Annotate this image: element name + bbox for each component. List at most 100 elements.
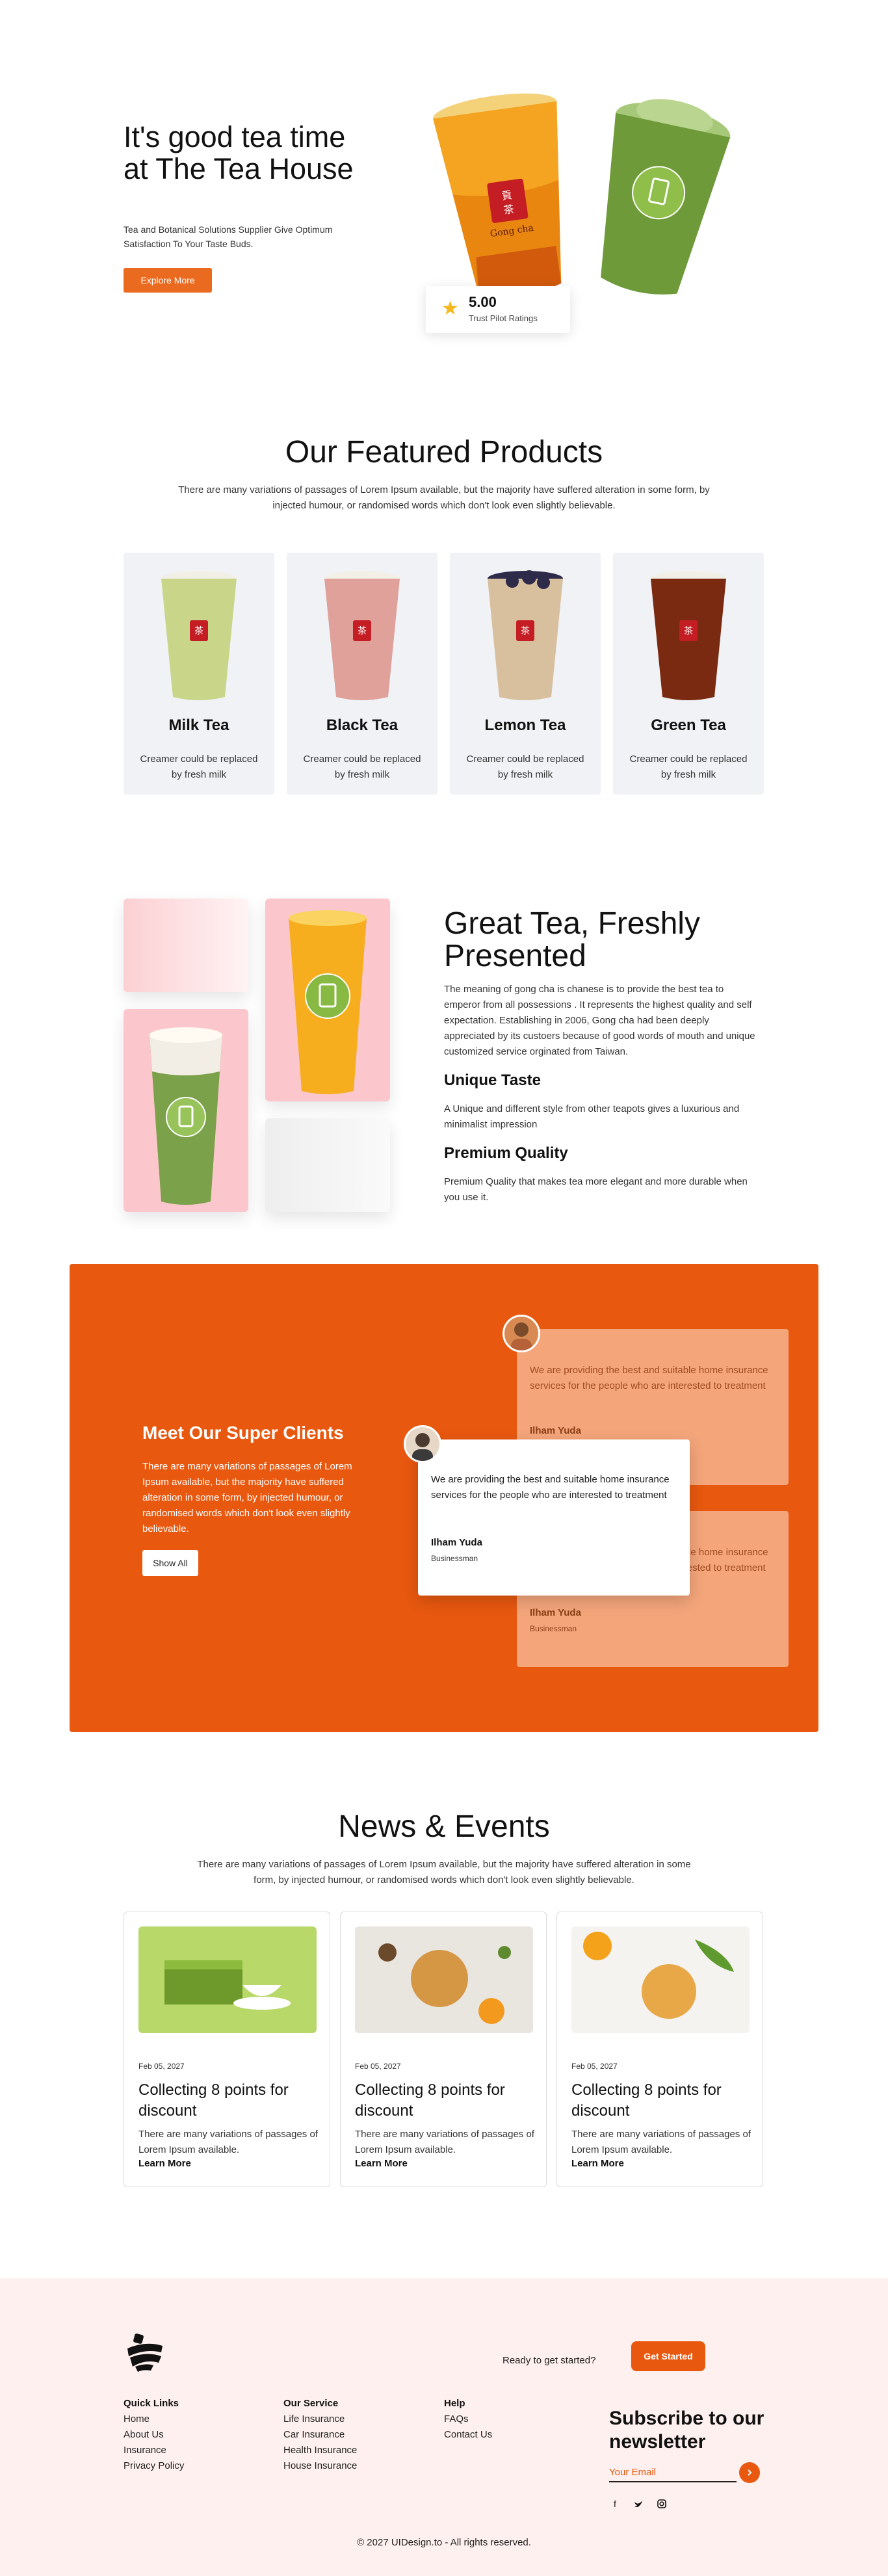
client-avatar (404, 1425, 441, 1463)
twitter-icon[interactable] (633, 2498, 644, 2510)
great-tea-body: The meaning of gong cha is chanese is to… (444, 984, 755, 1057)
orange-juice-cup-image (289, 910, 367, 1094)
learn-more-link[interactable]: Learn More (571, 2158, 624, 2169)
testimonial-name: Ilham Yuda (530, 1607, 581, 1618)
facebook-icon[interactable]: f (609, 2498, 621, 2510)
product-name: Green Tea (651, 716, 726, 734)
footer-link[interactable]: Privacy Policy (124, 2460, 184, 2471)
ready-text: Ready to get started? (503, 2355, 596, 2366)
news-excerpt: There are many variations of passages of… (138, 2129, 318, 2155)
product-description: Creamer could be replaced by fresh milk (303, 754, 421, 780)
hero-section: It's good tea time at The Tea House Tea … (0, 0, 888, 390)
footer-link[interactable]: Health Insurance (283, 2445, 357, 2456)
products-title: Our Featured Products (285, 435, 603, 469)
star-icon: ★ (441, 298, 459, 319)
svg-text:貢: 貢 (501, 189, 513, 202)
orange-tea-tile (265, 899, 390, 1101)
product-description: Creamer could be replaced by fresh milk (629, 754, 748, 780)
product-cup-image: 茶 (488, 570, 563, 700)
news-card[interactable]: Feb 05, 2027 Collecting 8 points for disc… (340, 1912, 547, 2187)
news-headline: Collecting 8 points for discount (138, 2081, 289, 2120)
rating-label: Trust Pilot Ratings (469, 313, 538, 323)
product-name: Black Tea (326, 716, 398, 734)
hero-subtitle: Tea and Botanical Solutions Supplier Giv… (124, 224, 333, 249)
news-date: Feb 05, 2027 (571, 2062, 618, 2071)
orange-tea-cup-image: 貢 茶 Gong cha (433, 93, 562, 297)
instagram-icon[interactable] (656, 2498, 668, 2510)
footer-link[interactable]: About Us (124, 2429, 164, 2440)
great-tea-title: Great Tea, Freshly Presented (444, 906, 700, 973)
testimonial-role: Businessman (530, 1624, 577, 1633)
rating-card: ★ 5.00 Trust Pilot Ratings (426, 286, 570, 333)
news-card[interactable]: Feb 05, 2027 Collecting 8 points for disc… (556, 1912, 763, 2187)
footer-link[interactable]: Contact Us (444, 2429, 492, 2440)
get-started-button[interactable]: Get Started (631, 2341, 705, 2371)
feature-title-unique-taste: Unique Taste (444, 1071, 541, 1089)
footer-link[interactable]: House Insurance (283, 2460, 357, 2471)
testimonial-name: Ilham Yuda (530, 1425, 581, 1436)
news-date: Feb 05, 2027 (138, 2062, 185, 2071)
pink-tile (124, 899, 248, 992)
feature-body-premium-quality: Premium Quality that makes tea more eleg… (444, 1176, 748, 1203)
product-cup-image: 茶 (161, 571, 237, 700)
news-description: There are many variations of passages of… (197, 1859, 691, 1886)
news-image (571, 1926, 750, 2033)
footer-link[interactable]: Home (124, 2413, 150, 2425)
news-excerpt: There are many variations of passages of… (571, 2129, 751, 2155)
footer-link[interactable]: Insurance (124, 2445, 166, 2456)
footer-link[interactable]: Life Insurance (283, 2413, 345, 2425)
learn-more-link[interactable]: Learn More (138, 2158, 191, 2169)
news-excerpt: There are many variations of passages of… (355, 2129, 534, 2155)
brand-logo-icon[interactable] (124, 2332, 166, 2373)
clients-body: There are many variations of passages of… (142, 1461, 352, 1534)
grey-tile (265, 1118, 390, 1212)
footer: Ready to get started? Get Started Quick … (0, 2278, 888, 2576)
feature-title-premium-quality: Premium Quality (444, 1144, 568, 1162)
product-name: Milk Tea (168, 716, 229, 734)
footer-column-title: Quick Links (124, 2398, 179, 2409)
copyright-text: © 2027 UIDesign.to - All rights reserved… (357, 2537, 531, 2548)
feature-body-unique-taste: A Unique and different style from other … (444, 1103, 740, 1130)
news-image (355, 1926, 533, 2033)
clients-title: Meet Our Super Clients (142, 1423, 344, 1443)
testimonial-text: We are providing the best and suitable h… (530, 1365, 768, 1391)
hero-title: It's good tea time at The Tea House (124, 120, 354, 185)
footer-column-title: Help (444, 2398, 465, 2409)
matcha-latte-tile (124, 1009, 248, 1212)
product-card[interactable]: 茶 Black Tea Creamer could be replaced by f… (287, 553, 437, 795)
matcha-latte-cup-image (150, 1027, 222, 1205)
product-name: Lemon Tea (484, 716, 566, 734)
svg-text:茶: 茶 (684, 626, 693, 637)
testimonial-role: Businessman (431, 1554, 478, 1563)
clients-section: Meet Our Super Clients There are many va… (70, 1264, 818, 1732)
product-card[interactable]: 茶 Green Tea Creamer could be replaced by f… (613, 553, 764, 795)
product-card[interactable]: 茶 Lemon Tea Creamer could be replaced by f… (450, 553, 601, 795)
rating-score: 5.00 (469, 294, 497, 310)
green-tea-cup-image (601, 99, 731, 295)
footer-link[interactable]: Car Insurance (283, 2429, 345, 2440)
explore-more-button[interactable]: Explore More (124, 268, 212, 293)
newsletter-title: Subscribe to our newsletter (609, 2408, 764, 2452)
news-card[interactable]: Feb 05, 2027 Collecting 8 points for disc… (124, 1912, 330, 2187)
newsletter-submit-button[interactable] (739, 2462, 760, 2483)
product-cup-image: 茶 (651, 571, 726, 700)
chevron-right-icon (748, 2469, 752, 2476)
learn-more-link[interactable]: Learn More (355, 2158, 408, 2169)
footer-link[interactable]: FAQs (444, 2413, 469, 2425)
product-cup-image: 茶 (324, 571, 400, 700)
testimonial-card-active: We are providing the best and suitable h… (418, 1439, 690, 1596)
product-description: Creamer could be replaced by fresh milk (140, 754, 258, 780)
testimonial-text: We are providing the best and suitable h… (431, 1474, 670, 1501)
svg-text:茶: 茶 (358, 626, 367, 637)
svg-text:茶: 茶 (503, 203, 515, 217)
show-all-button[interactable]: Show All (142, 1550, 198, 1576)
footer-column-title: Our Service (283, 2398, 339, 2409)
products-description: There are many variations of passages of… (178, 484, 710, 511)
svg-text:茶: 茶 (521, 626, 530, 637)
news-headline: Collecting 8 points for discount (355, 2081, 505, 2120)
client-avatar (503, 1315, 540, 1352)
product-card[interactable]: 茶 Milk Tea Creamer could be replaced by fr… (124, 553, 274, 795)
product-description: Creamer could be replaced by fresh milk (466, 754, 584, 780)
news-headline: Collecting 8 points for discount (571, 2081, 722, 2120)
newsletter-email-input[interactable] (609, 2463, 737, 2482)
